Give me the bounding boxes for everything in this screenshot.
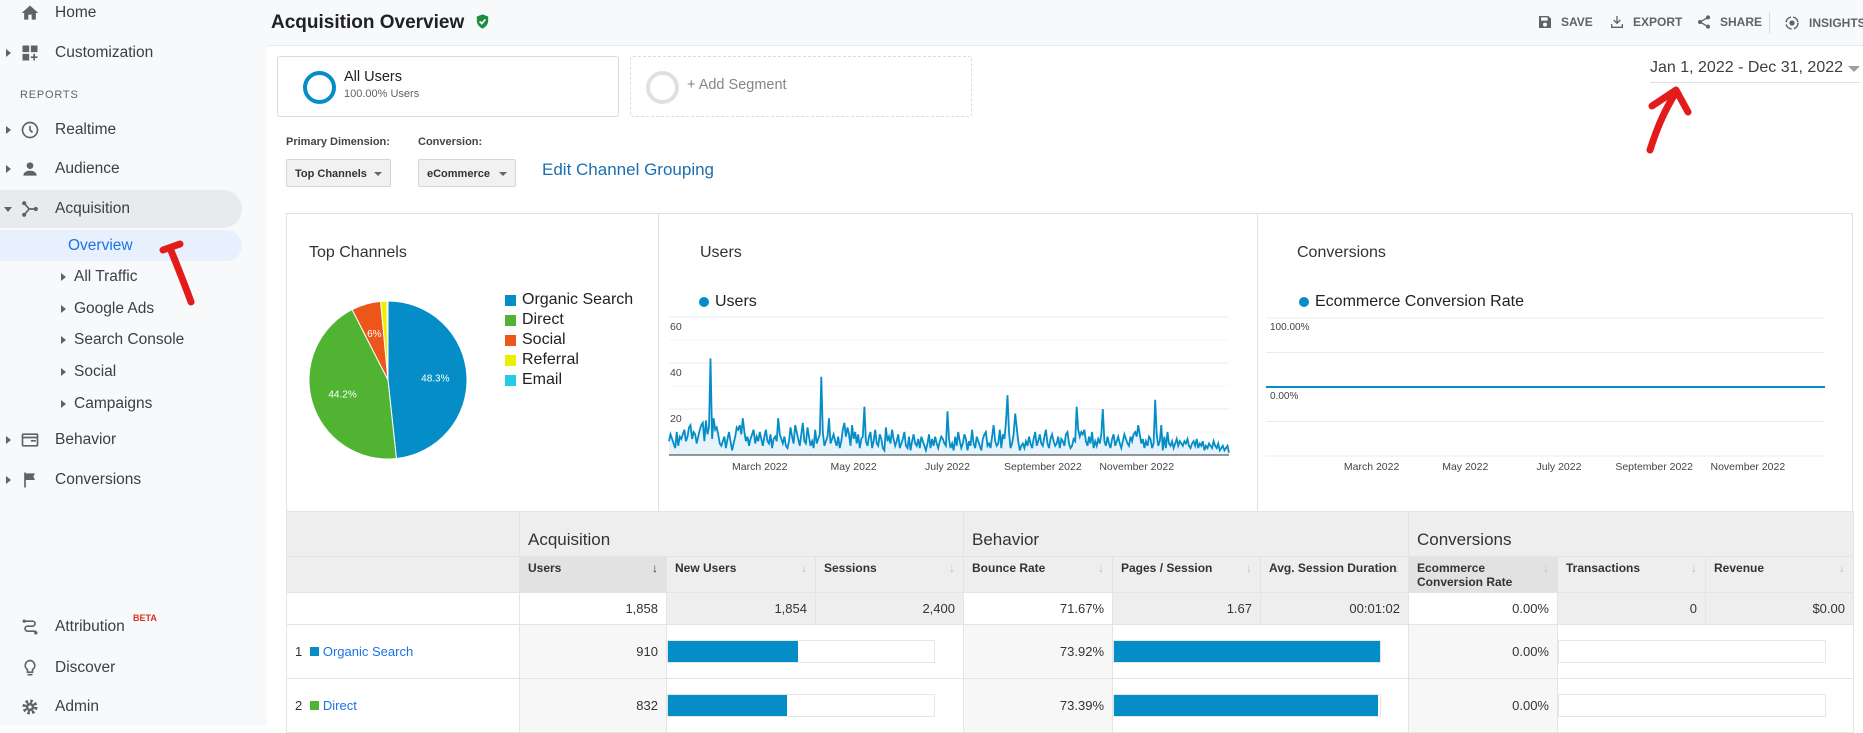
total-value: 00:01:02 — [1260, 592, 1409, 625]
channel-link[interactable]: Direct — [323, 698, 357, 713]
table-row: 2 Direct 832 73.39% 0.00% — [286, 678, 1854, 733]
conversion-rate-value: 0.00% — [1408, 624, 1558, 679]
group-empty — [286, 511, 520, 557]
bounce-rate-value: 73.39% — [963, 678, 1113, 733]
column-header-label: Transactions — [1566, 561, 1641, 575]
column-header-label: Sessions — [824, 561, 877, 575]
x-tick-label: March 2022 — [732, 461, 788, 473]
users-share-bar-fill — [668, 695, 788, 716]
channel-cell: 2 Direct — [286, 678, 520, 733]
users-share-bar-fill — [668, 641, 799, 662]
pie-slice-label: 44.2% — [328, 390, 356, 401]
users-share-bar — [667, 640, 935, 663]
column-header-label: Pages / Session — [1121, 561, 1213, 575]
column-header[interactable]: Pages / Session ↓ — [1112, 556, 1261, 593]
conversion-bar-cell — [1557, 624, 1854, 679]
column-header[interactable]: Transactions ↓ — [1557, 556, 1706, 593]
channel-color-swatch — [309, 647, 319, 656]
channel-link[interactable]: Organic Search — [323, 644, 413, 659]
totals-label — [286, 592, 520, 625]
users-share-bar — [667, 694, 935, 717]
total-value: 0.00% — [1408, 592, 1558, 625]
channel-cell: 1 Organic Search — [286, 624, 520, 679]
x-tick-label: May 2022 — [831, 461, 877, 473]
x-tick-label: July 2022 — [1536, 461, 1581, 473]
x-tick-label: September 2022 — [1615, 461, 1693, 473]
sort-arrow-icon[interactable]: ↓ — [801, 561, 807, 575]
conversion-bar-cell — [1557, 678, 1854, 733]
table-row: 1 Organic Search 910 73.92% 0.00% — [286, 624, 1854, 679]
bounce-rate-bar-fill — [1114, 695, 1379, 716]
column-header[interactable]: Sessions ↓ — [815, 556, 964, 593]
column-header[interactable]: Avg. Session Duration ↓ — [1260, 556, 1409, 593]
bounce-rate-value: 73.92% — [963, 624, 1113, 679]
column-header[interactable]: Ecommerce Conversion Rate ↓ — [1408, 556, 1558, 593]
users-value: 910 — [519, 624, 667, 679]
column-header-label: Avg. Session Duration — [1269, 561, 1397, 575]
x-tick-label: November 2022 — [1099, 461, 1174, 473]
total-value: $0.00 — [1705, 592, 1854, 625]
group-conversions: Conversions — [1408, 511, 1854, 557]
y-tick-label: 60 — [670, 321, 682, 333]
sort-arrow-icon[interactable]: ↓ — [652, 561, 658, 575]
column-header[interactable]: Bounce Rate ↓ — [963, 556, 1113, 593]
column-header[interactable]: New Users ↓ — [666, 556, 816, 593]
column-header-label: New Users — [675, 561, 737, 575]
sort-arrow-icon[interactable]: ↓ — [1691, 561, 1697, 575]
y-tick-label: 40 — [670, 367, 682, 379]
bounce-rate-bar — [1113, 694, 1381, 717]
sort-arrow-icon[interactable]: ↓ — [1246, 561, 1252, 575]
users-bar-cell — [666, 624, 964, 679]
users-bar-cell — [666, 678, 964, 733]
total-value: 1,858 — [519, 592, 667, 625]
channel-color-swatch — [309, 701, 319, 710]
bounce-bar-cell — [1112, 624, 1409, 679]
row-rank: 2 — [295, 698, 303, 713]
x-tick-label: May 2022 — [1442, 461, 1488, 473]
column-header-label: Ecommerce Conversion Rate — [1417, 561, 1513, 589]
pie-slice-label: 6% — [367, 329, 382, 340]
x-tick-label: September 2022 — [1004, 461, 1082, 473]
y-tick-label: 20 — [670, 413, 682, 425]
column-header[interactable]: Users ↓ — [519, 556, 667, 593]
users-value: 832 — [519, 678, 667, 733]
total-value: 1,854 — [666, 592, 816, 625]
conversion-rate-value: 0.00% — [1408, 678, 1558, 733]
x-tick-label: March 2022 — [1344, 461, 1400, 473]
y-tick-label: 100.00% — [1270, 322, 1310, 333]
total-value: 71.67% — [963, 592, 1113, 625]
column-header-label: Revenue — [1714, 561, 1765, 575]
sort-arrow-icon[interactable]: ↓ — [1543, 561, 1549, 575]
column-header-label: Users — [528, 561, 562, 575]
x-tick-label: July 2022 — [925, 461, 970, 473]
conversion-rate-bar — [1558, 694, 1826, 717]
group-behavior: Behavior — [963, 511, 1409, 557]
total-value: 1.67 — [1112, 592, 1261, 625]
conversion-rate-bar — [1558, 640, 1826, 663]
column-header[interactable]: Revenue ↓ — [1705, 556, 1854, 593]
column-header-label: Bounce Rate — [972, 561, 1046, 575]
sort-arrow-icon[interactable]: ↓ — [1098, 561, 1104, 575]
y-tick-label: 0.00% — [1270, 391, 1298, 402]
sort-arrow-icon[interactable]: ↓ — [1839, 561, 1845, 575]
channels-table: Acquisition Behavior Conversions Users ↓ New… — [286, 511, 1854, 733]
total-value: 2,400 — [815, 592, 964, 625]
header-empty — [286, 556, 520, 593]
pie-slice-label: 48.3% — [421, 373, 449, 384]
bounce-rate-bar-fill — [1114, 641, 1380, 662]
group-acquisition: Acquisition — [519, 511, 964, 557]
row-rank: 1 — [295, 644, 303, 659]
x-tick-label: November 2022 — [1710, 461, 1785, 473]
sort-arrow-icon[interactable]: ↓ — [949, 561, 955, 575]
sort-arrow-icon[interactable]: ↓ — [1394, 561, 1400, 575]
total-value: 0 — [1557, 592, 1706, 625]
bounce-bar-cell — [1112, 678, 1409, 733]
bounce-rate-bar — [1113, 640, 1381, 663]
